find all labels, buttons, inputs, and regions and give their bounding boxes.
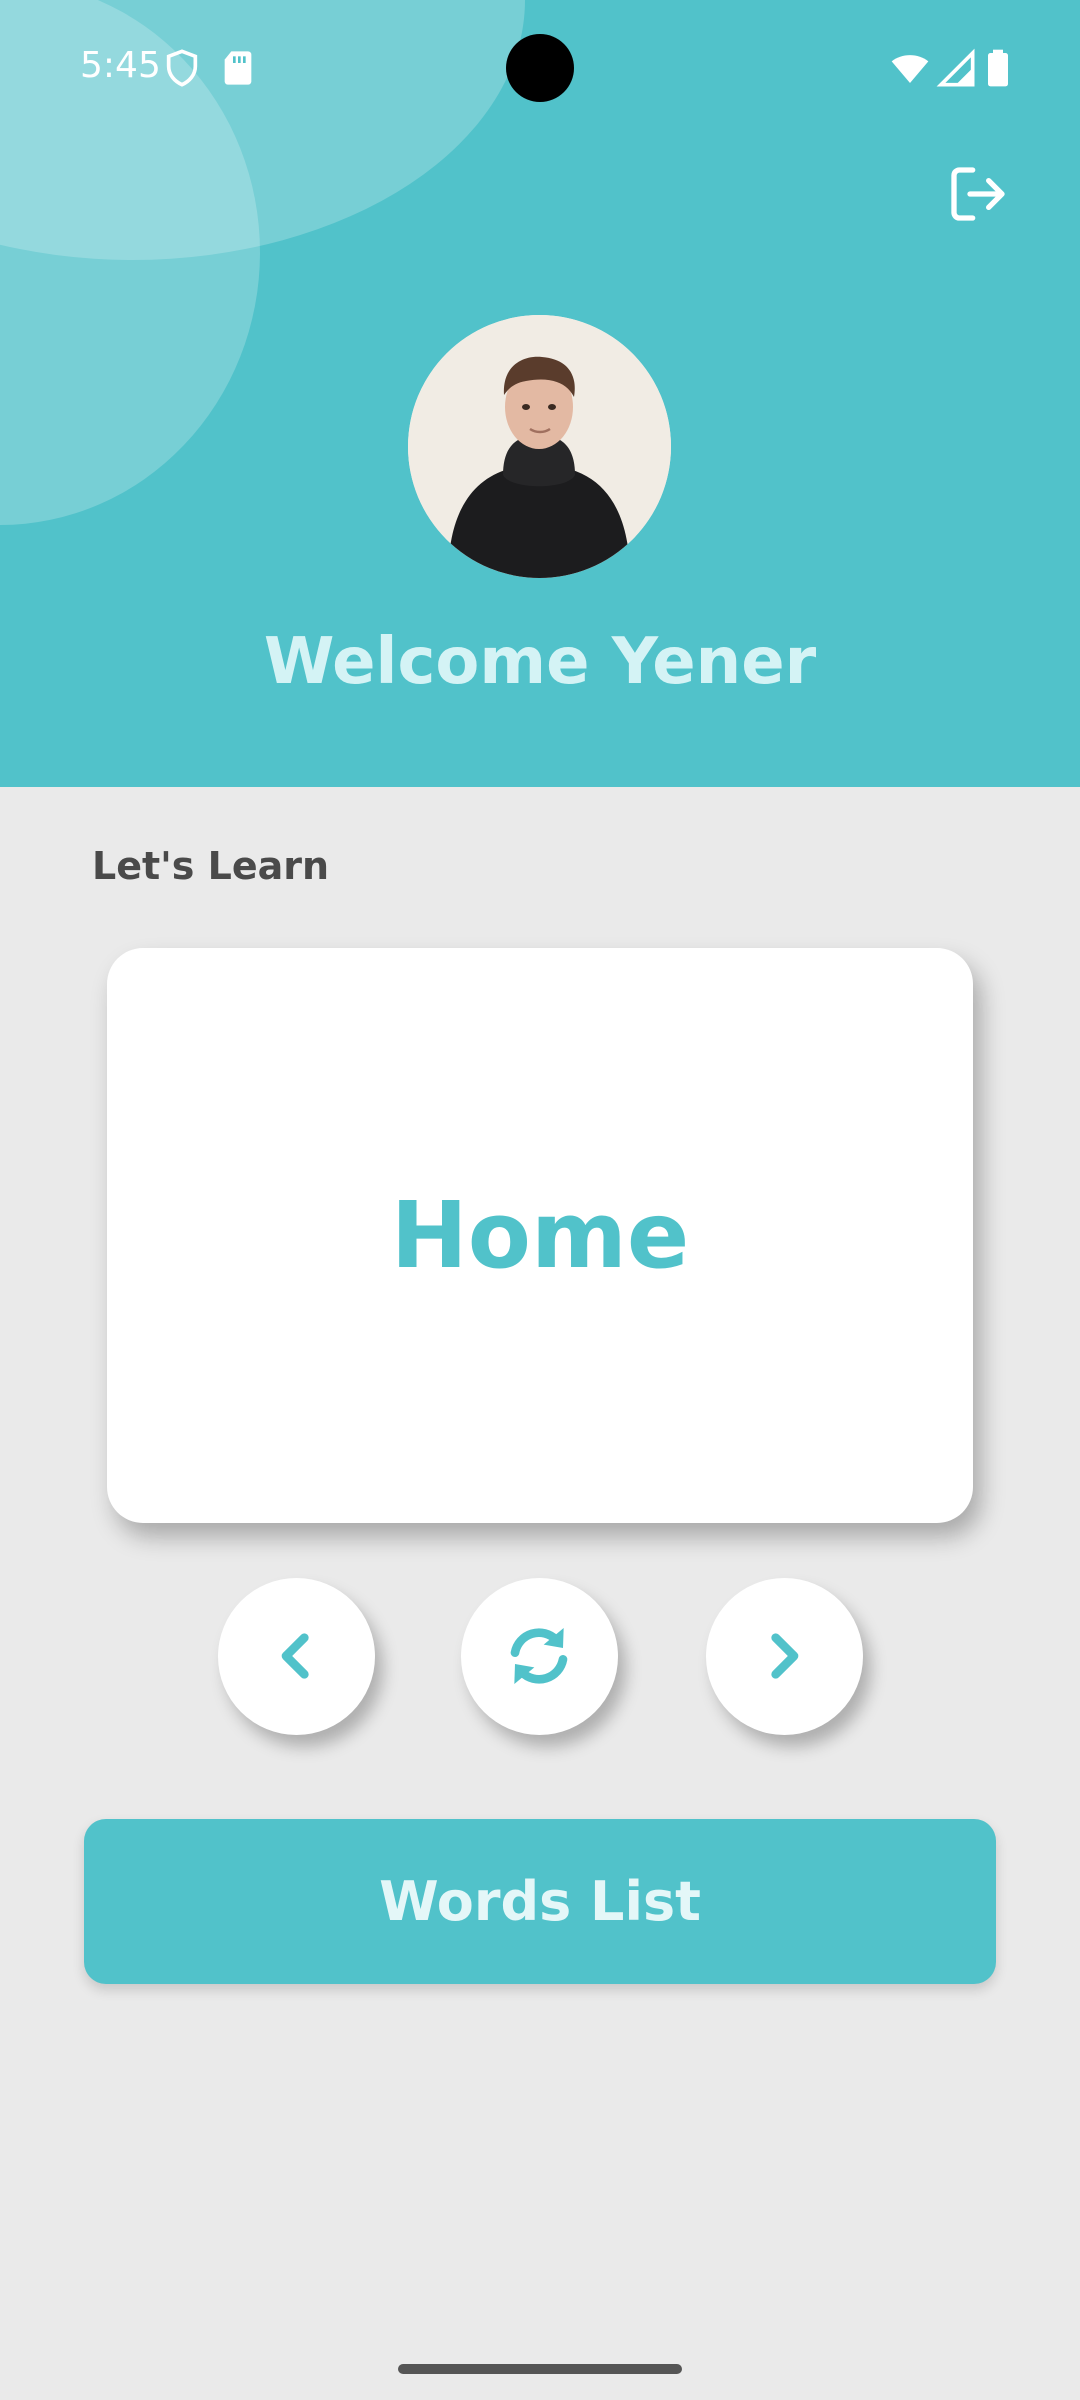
status-time: 5:45 bbox=[80, 45, 161, 86]
shield-icon bbox=[166, 49, 198, 87]
refresh-icon bbox=[510, 1628, 568, 1684]
wifi-icon bbox=[891, 55, 929, 83]
chevron-left-icon bbox=[281, 1633, 309, 1679]
section-label: Let's Learn bbox=[92, 844, 330, 888]
header: 5:45 Welcome Yener bbox=[0, 0, 1080, 787]
flash-card[interactable]: Home bbox=[107, 948, 973, 1523]
words-list-button[interactable]: Words List bbox=[84, 1819, 996, 1984]
home-indicator[interactable] bbox=[398, 2364, 682, 2374]
battery-icon bbox=[988, 49, 1008, 87]
logout-icon[interactable] bbox=[946, 162, 1010, 226]
user-photo bbox=[408, 315, 671, 578]
flip-card-button[interactable] bbox=[461, 1578, 618, 1735]
cellular-signal-icon bbox=[936, 48, 975, 87]
chevron-right-icon bbox=[771, 1633, 799, 1679]
avatar[interactable] bbox=[408, 315, 671, 578]
flash-card-word: Home bbox=[390, 1182, 690, 1289]
camera-cutout bbox=[506, 34, 574, 102]
welcome-title: Welcome Yener bbox=[263, 625, 817, 699]
sd-card-icon bbox=[224, 51, 252, 85]
status-bar: 5:45 bbox=[0, 0, 1080, 135]
previous-word-button[interactable] bbox=[218, 1578, 375, 1735]
next-word-button[interactable] bbox=[706, 1578, 863, 1735]
